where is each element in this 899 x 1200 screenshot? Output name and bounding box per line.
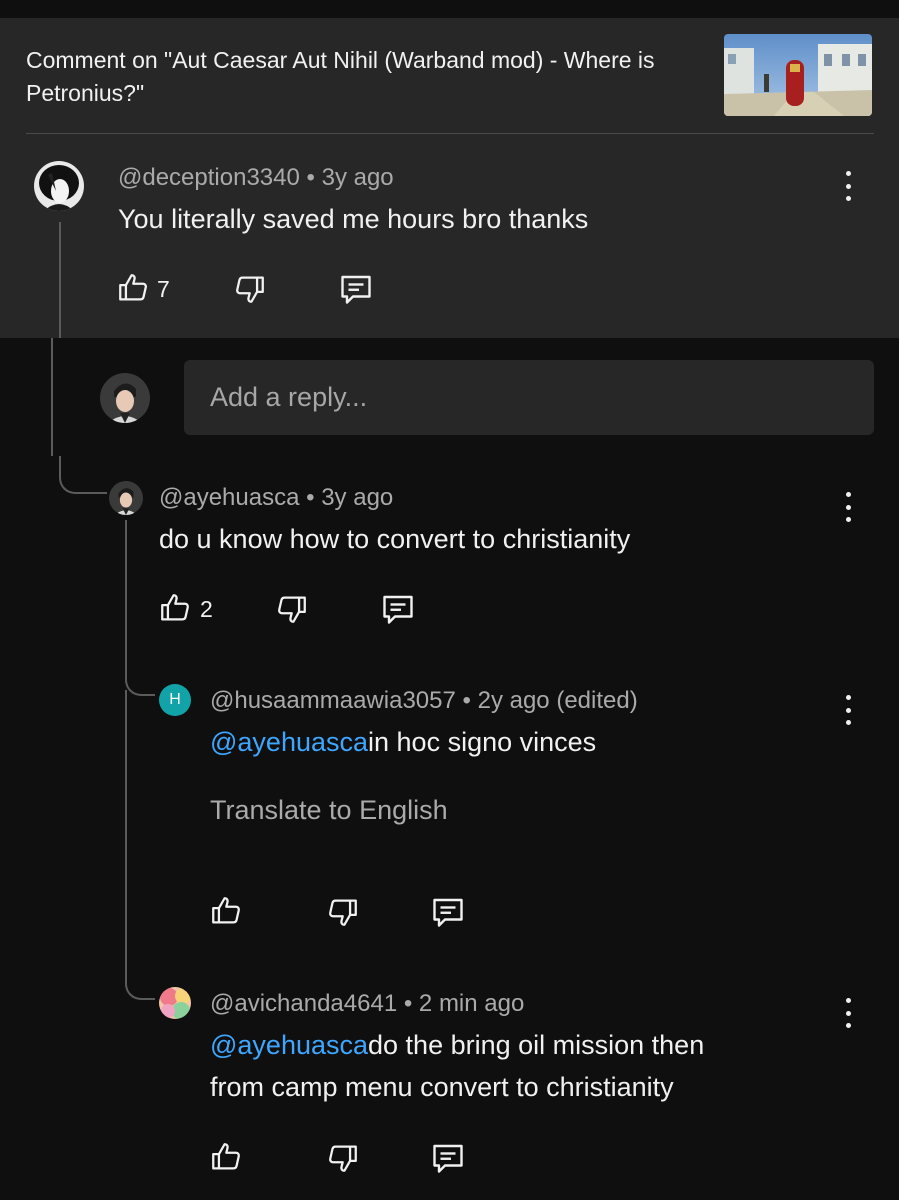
- avatar-ayehuasca[interactable]: [109, 481, 143, 515]
- reply-body: in hoc signo vinces: [368, 727, 597, 757]
- reply-time: 3y ago: [321, 484, 394, 511]
- thread-line-nested: [125, 520, 127, 670]
- mention-link[interactable]: @ayehuasca: [210, 727, 368, 757]
- avatar-deception3340[interactable]: [34, 161, 84, 211]
- reply-like-count: 2: [200, 596, 213, 622]
- reply-icon[interactable]: [430, 894, 466, 930]
- reply-icon[interactable]: [380, 591, 416, 627]
- thread-curve-1: [59, 456, 107, 494]
- mention-link[interactable]: @ayehuasca: [210, 1030, 368, 1060]
- reply-text: @ayehuascain hoc signo vinces: [210, 721, 596, 763]
- thread-line-replies: [51, 338, 53, 456]
- reply-icon[interactable]: [338, 271, 374, 307]
- meta-separator: •: [306, 164, 315, 191]
- meta-separator: •: [306, 484, 315, 511]
- thumbs-up-icon[interactable]: [209, 894, 243, 928]
- avatar-husaammaawia3057[interactable]: H: [159, 684, 191, 716]
- add-reply-input[interactable]: Add a reply...: [184, 360, 874, 435]
- more-vert-icon[interactable]: [842, 998, 854, 1028]
- reply-author[interactable]: @husaammaawia3057: [210, 687, 456, 714]
- reply-text-line2: from camp menu convert to christianity: [210, 1072, 674, 1102]
- video-thumbnail[interactable]: [724, 34, 872, 116]
- reply-text: @ayehuascado the bring oil mission then: [210, 1024, 704, 1066]
- status-strip: [0, 0, 899, 18]
- thread-line-nested-2: [125, 690, 127, 972]
- reply-meta: @ayehuasca • 3y ago: [159, 484, 393, 512]
- translate-button[interactable]: Translate to English: [210, 795, 448, 826]
- reply-body-line1: do the bring oil mission then: [368, 1030, 705, 1060]
- reply-icon[interactable]: [430, 1140, 466, 1176]
- comment-like-count: 7: [157, 276, 170, 302]
- reply-meta: @avichanda4641 • 2 min ago: [210, 990, 524, 1018]
- more-vert-icon[interactable]: [842, 171, 854, 201]
- more-vert-icon[interactable]: [842, 492, 854, 522]
- add-reply-placeholder: Add a reply...: [210, 382, 368, 412]
- comment-meta: @deception3340 • 3y ago: [118, 164, 394, 192]
- meta-separator: •: [403, 990, 413, 1017]
- reply-time: 2 min ago: [418, 990, 525, 1017]
- avatar-avichanda4641[interactable]: [159, 987, 191, 1019]
- comment-text: You literally saved me hours bro thanks: [118, 204, 589, 234]
- reply-author[interactable]: @avichanda4641: [210, 990, 397, 1017]
- comment-context-title[interactable]: Comment on "Aut Caesar Aut Nihil (Warban…: [26, 44, 686, 110]
- thread-curve-2: [125, 668, 155, 696]
- thumbs-down-icon[interactable]: [233, 272, 267, 306]
- reply-text: do u know how to convert to christianity: [159, 524, 631, 554]
- thumbs-up-icon[interactable]: [158, 591, 192, 625]
- thread-line-main: [59, 222, 61, 338]
- meta-separator: •: [462, 687, 471, 714]
- my-avatar: [100, 373, 150, 423]
- reply-author[interactable]: @ayehuasca: [159, 484, 299, 511]
- reply-meta: @husaammaawia3057 • 2y ago (edited): [210, 687, 638, 715]
- reply-time: 2y ago (edited): [477, 687, 638, 714]
- thumbs-down-icon[interactable]: [326, 895, 360, 929]
- header-divider: [26, 133, 874, 134]
- comment-author[interactable]: @deception3340: [118, 164, 300, 191]
- thumbs-down-icon[interactable]: [326, 1141, 360, 1175]
- comment-time: 3y ago: [321, 164, 394, 191]
- thumbs-up-icon[interactable]: [209, 1140, 243, 1174]
- more-vert-icon[interactable]: [842, 695, 854, 725]
- thread-curve-3: [125, 970, 155, 1000]
- thumbs-down-icon[interactable]: [275, 592, 309, 626]
- thumbs-up-icon[interactable]: [116, 271, 150, 305]
